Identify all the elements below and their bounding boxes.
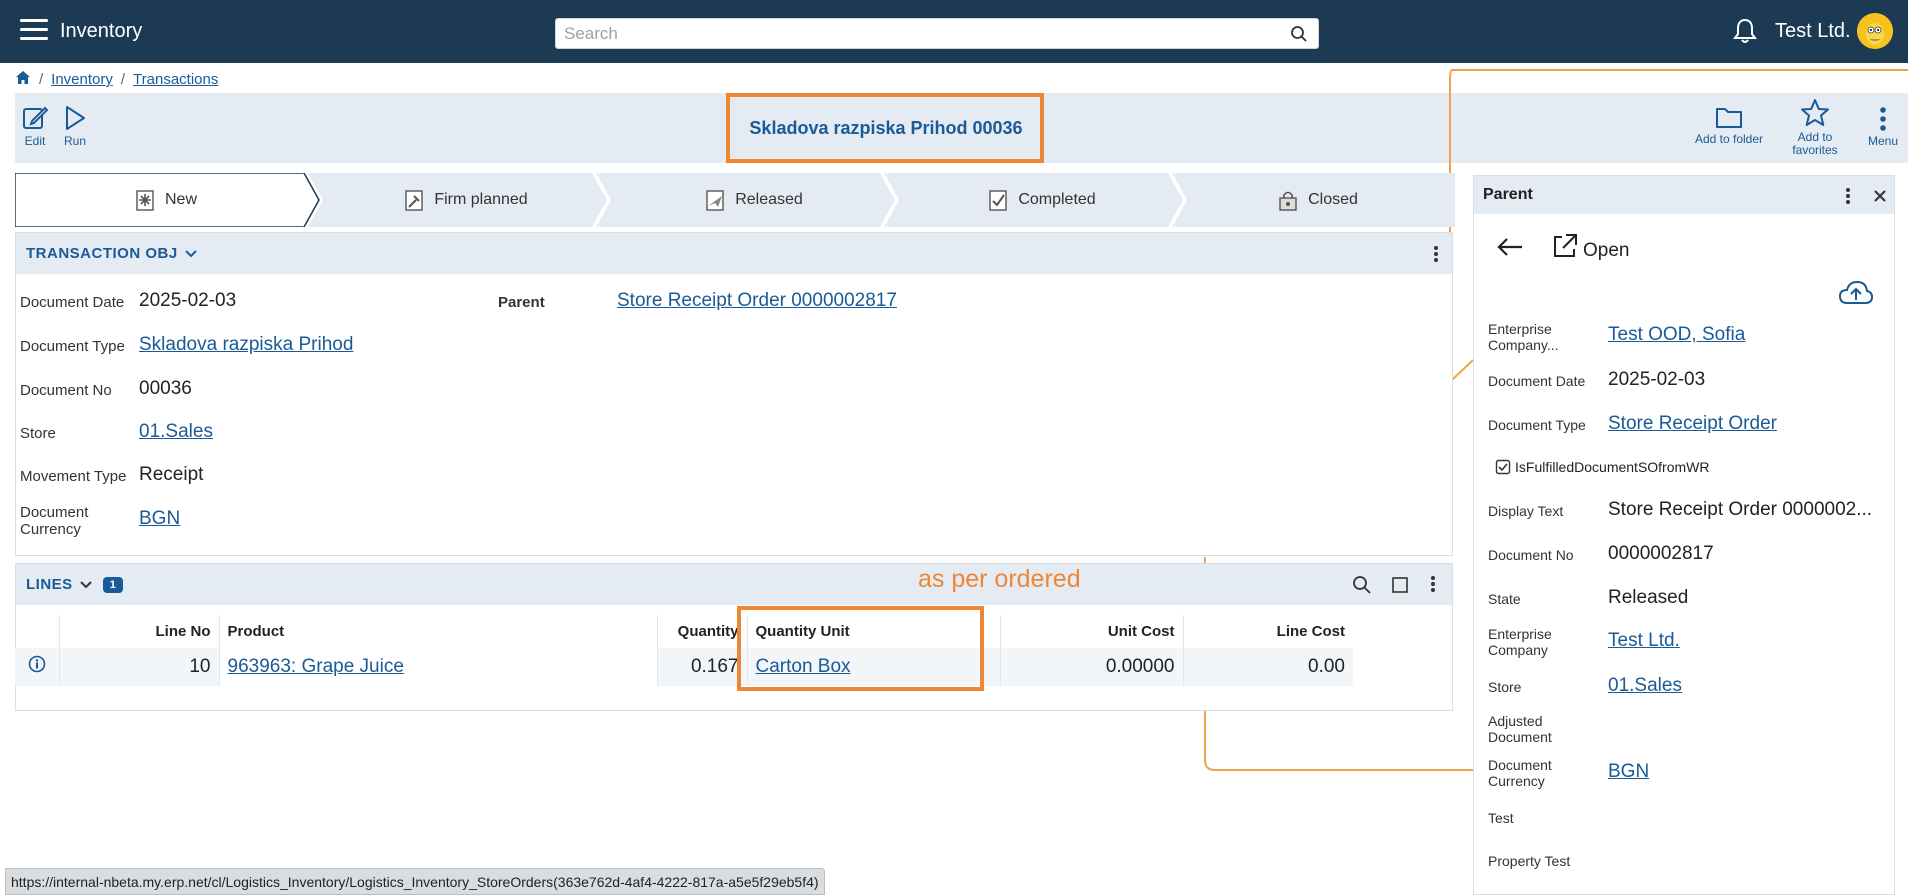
parent-link[interactable]: Store Receipt Order 0000002817 bbox=[617, 290, 897, 312]
vertical-dots-icon[interactable] bbox=[1432, 245, 1440, 263]
document-currency-label: Document Currency bbox=[20, 504, 89, 538]
enterprise-company-label: Enterprise Company... bbox=[1488, 321, 1559, 353]
column-header-unit-cost[interactable]: Unit Cost bbox=[1000, 615, 1184, 648]
document-type-label: Document Type bbox=[20, 338, 125, 355]
product-link[interactable]: 963963: Grape Juice bbox=[228, 656, 404, 677]
step-firm-planned[interactable]: Firm planned bbox=[315, 173, 615, 227]
line-no-cell: 10 bbox=[59, 648, 220, 686]
close-icon[interactable] bbox=[1872, 188, 1888, 204]
document-date-value: 2025-02-03 bbox=[139, 290, 237, 311]
ent-company-label: Enterprise Company bbox=[1488, 626, 1552, 658]
store-label: Store bbox=[20, 425, 56, 442]
line-cost-cell[interactable]: 0.00 bbox=[1183, 648, 1353, 686]
table-row[interactable]: 10 963963: Grape Juice 0.167 Carton Box … bbox=[15, 648, 1353, 686]
document-currency-link[interactable]: BGN bbox=[139, 508, 180, 530]
state-value: Released bbox=[1608, 587, 1689, 608]
parent-panel-title: Parent bbox=[1483, 186, 1533, 203]
parent-document-type-label: Document Type bbox=[1488, 417, 1586, 433]
column-header-quantity[interactable]: Quantity bbox=[657, 615, 748, 648]
state-label: State bbox=[1488, 591, 1521, 607]
enterprise-company-link[interactable]: Test OOD, Sofia bbox=[1608, 324, 1745, 346]
table-header-row: Line No Product Quantity Quantity Unit U… bbox=[15, 615, 1353, 648]
chevron-down-icon[interactable] bbox=[79, 580, 93, 590]
movement-type-value: Receipt bbox=[139, 464, 204, 485]
chevron-down-icon[interactable] bbox=[184, 249, 198, 259]
lines-table: Line No Product Quantity Quantity Unit U… bbox=[15, 615, 1353, 686]
parent-currency-label: Document Currency bbox=[1488, 757, 1552, 789]
vertical-dots-icon[interactable] bbox=[1429, 575, 1437, 593]
step-completed-label: Completed bbox=[1018, 191, 1096, 208]
test-label: Test bbox=[1488, 810, 1514, 826]
store-link[interactable]: 01.Sales bbox=[139, 421, 213, 443]
step-closed[interactable]: Closed bbox=[1179, 173, 1455, 227]
adjusted-document-label: Adjusted Document bbox=[1488, 713, 1552, 745]
property-test-label: Property Test bbox=[1488, 853, 1571, 869]
fulfilled-checkbox-label: IsFulfilledDocumentSOfromWR bbox=[1515, 459, 1710, 475]
status-bar-url: https://internal-nbeta.my.erp.net/cl/Log… bbox=[5, 868, 825, 895]
product-cell: 963963: Grape Juice bbox=[219, 648, 658, 686]
step-released-label: Released bbox=[735, 191, 803, 208]
search-icon[interactable] bbox=[1352, 575, 1372, 595]
parent-store-link[interactable]: 01.Sales bbox=[1608, 675, 1682, 697]
info-column-header bbox=[15, 615, 60, 648]
info-cell[interactable] bbox=[15, 648, 60, 686]
parent-store-label: Store bbox=[1488, 679, 1522, 695]
pin-document-icon bbox=[405, 190, 424, 211]
check-document-icon bbox=[989, 190, 1008, 211]
parent-document-date-label: Document Date bbox=[1488, 373, 1586, 389]
checkbox-checked-icon[interactable] bbox=[1495, 459, 1511, 475]
info-icon[interactable] bbox=[28, 655, 46, 673]
lines-section-title[interactable]: LINES bbox=[26, 576, 73, 593]
document-type-link[interactable]: Skladova razpiska Prihod bbox=[139, 334, 353, 356]
display-text-label: Display Text bbox=[1488, 503, 1564, 519]
parent-document-no-value: 0000002817 bbox=[1608, 543, 1714, 564]
parent-document-date-value: 2025-02-03 bbox=[1608, 369, 1706, 390]
movement-type-label: Movement Type bbox=[20, 468, 127, 485]
column-header-line-no[interactable]: Line No bbox=[59, 615, 220, 648]
back-arrow-icon[interactable] bbox=[1496, 236, 1524, 258]
transaction-section-title[interactable]: TRANSACTION OBJ bbox=[26, 245, 178, 262]
lines-count-badge: 1 bbox=[102, 576, 124, 593]
step-completed[interactable]: Completed bbox=[891, 173, 1191, 227]
quantity-highlight-box bbox=[737, 606, 984, 691]
ent-company-link[interactable]: Test Ltd. bbox=[1608, 630, 1680, 652]
quantity-cell[interactable]: 0.167 bbox=[657, 648, 748, 686]
parent-document-type-link[interactable]: Store Receipt Order bbox=[1608, 413, 1777, 435]
step-closed-label: Closed bbox=[1308, 191, 1358, 208]
document-no-label: Document No bbox=[20, 382, 112, 399]
parent-label: Parent bbox=[498, 294, 545, 311]
vertical-dots-icon[interactable] bbox=[1844, 187, 1852, 205]
annotation-as-per-ordered: as per ordered bbox=[918, 565, 1081, 593]
document-no-value: 00036 bbox=[139, 378, 192, 399]
lock-icon bbox=[1279, 191, 1297, 211]
send-document-icon bbox=[706, 190, 724, 211]
unit-cost-cell[interactable]: 0.00000 bbox=[1000, 648, 1184, 686]
document-date-label: Document Date bbox=[20, 294, 125, 311]
cloud-upload-icon[interactable] bbox=[1838, 279, 1874, 307]
step-released[interactable]: Released bbox=[603, 173, 903, 227]
transaction-panel-header: TRANSACTION OBJ bbox=[16, 233, 1452, 274]
step-new-label: New bbox=[164, 191, 197, 208]
step-firm-planned-label: Firm planned bbox=[434, 191, 528, 208]
open-button[interactable]: Open bbox=[1583, 240, 1629, 262]
fulfilled-checkbox-row[interactable]: IsFulfilledDocumentSOfromWR bbox=[1495, 459, 1710, 475]
parent-document-no-label: Document No bbox=[1488, 547, 1574, 563]
transaction-panel: TRANSACTION OBJ bbox=[15, 232, 1453, 556]
column-header-line-cost[interactable]: Line Cost bbox=[1183, 615, 1353, 648]
parent-currency-link[interactable]: BGN bbox=[1608, 761, 1649, 783]
display-text-value: Store Receipt Order 0000002... bbox=[1608, 499, 1873, 520]
new-document-icon bbox=[136, 190, 154, 211]
open-external-icon[interactable] bbox=[1551, 232, 1579, 260]
parent-panel-header: Parent bbox=[1474, 176, 1894, 214]
lines-panel-header: LINES 1 bbox=[16, 564, 1452, 605]
select-all-checkbox[interactable] bbox=[1391, 576, 1409, 594]
column-header-product[interactable]: Product bbox=[219, 615, 658, 648]
step-new[interactable]: New bbox=[15, 173, 315, 227]
